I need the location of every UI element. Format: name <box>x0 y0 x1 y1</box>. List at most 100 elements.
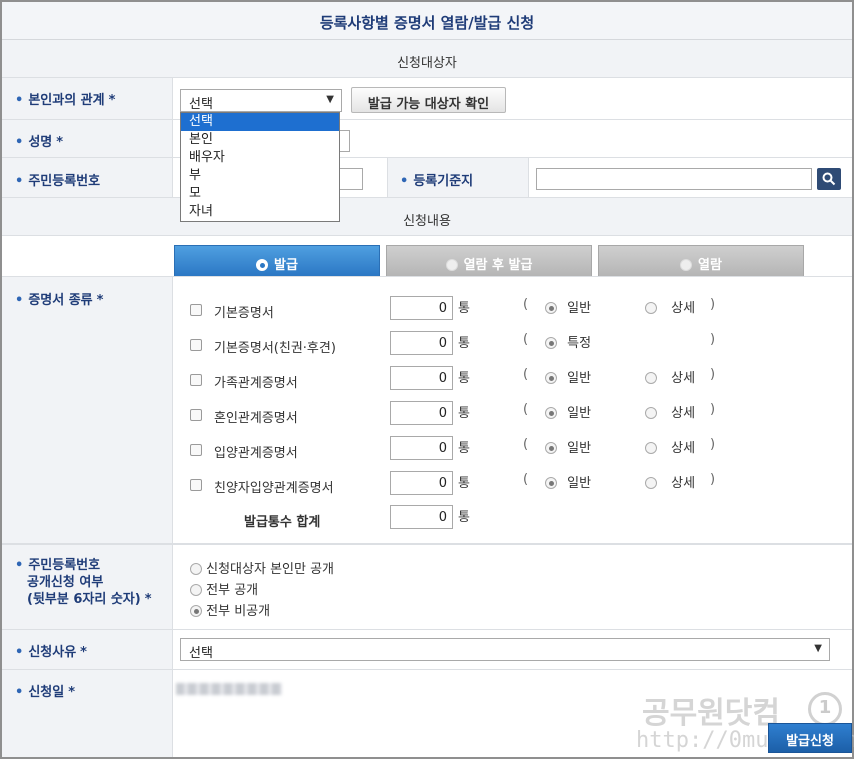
relation-option[interactable]: 배우자 <box>181 149 339 167</box>
radio-icon <box>190 563 202 575</box>
close-paren: ) <box>710 402 716 417</box>
close-paren: ) <box>710 297 716 312</box>
cert-unit: 통 <box>458 441 470 456</box>
relation-label: • 본인과의 관계 * <box>2 78 173 119</box>
cert-name: 혼인관계증명서 <box>214 411 298 426</box>
reason-select[interactable]: 선택 ▼ <box>180 638 830 661</box>
name-row: • 성명 * <box>2 120 852 158</box>
close-paren: ) <box>710 367 716 382</box>
section-applicant-label: 신청대상자 <box>397 56 457 71</box>
cert-option-1[interactable]: 특정 <box>545 332 591 351</box>
date-label: • 신청일 * <box>2 670 173 757</box>
total-label: 발급통수 합계 <box>244 515 321 530</box>
cert-unit: 통 <box>458 336 470 351</box>
relation-option[interactable]: 모 <box>181 185 339 203</box>
cert-count-input[interactable]: 0 <box>390 296 453 320</box>
cert-option-1[interactable]: 일반 <box>545 297 591 316</box>
cert-count-input[interactable]: 0 <box>390 366 453 390</box>
radio-icon <box>545 442 557 454</box>
cert-unit: 통 <box>458 301 470 316</box>
relation-option[interactable]: 선택 <box>181 113 339 131</box>
cert-option-2[interactable]: 상세 <box>645 367 695 386</box>
cert-option-2[interactable]: 상세 <box>645 402 695 421</box>
radio-icon <box>445 259 458 271</box>
open-paren: ( <box>523 437 529 452</box>
relation-option[interactable]: 자녀 <box>181 203 339 221</box>
cert-checkbox[interactable] <box>190 444 202 456</box>
radio-icon <box>545 477 557 489</box>
relation-select[interactable]: 선택 ▼ <box>180 89 342 112</box>
radio-icon <box>545 372 557 384</box>
tab-view[interactable]: 열람 <box>598 245 804 277</box>
radio-icon <box>645 442 657 454</box>
cert-option-1[interactable]: 일반 <box>545 402 591 421</box>
disclosure-row: • 주민등록번호 공개신청 여부 (뒷부분 6자리 숫자) * <box>2 544 852 630</box>
cert-count-input[interactable]: 0 <box>390 436 453 460</box>
relation-option[interactable]: 부 <box>181 167 339 185</box>
total-unit: 통 <box>458 510 470 525</box>
cert-count-input[interactable]: 0 <box>390 401 453 425</box>
bullet-icon: • <box>15 645 24 660</box>
radio-icon <box>645 372 657 384</box>
close-paren: ) <box>710 472 716 487</box>
cert-name: 친양자입양관계증명서 <box>214 481 334 496</box>
close-paren: ) <box>710 437 716 452</box>
radio-icon <box>645 302 657 314</box>
cert-unit: 통 <box>458 476 470 491</box>
open-paren: ( <box>523 472 529 487</box>
tab-issue[interactable]: 발급 <box>174 245 380 277</box>
cert-checkbox[interactable] <box>190 479 202 491</box>
search-icon <box>822 172 836 186</box>
bullet-icon: • <box>15 174 24 189</box>
bullet-icon: • <box>15 558 24 573</box>
total-count: 0 <box>390 505 453 529</box>
resident-no-label: • 주민등록번호 <box>2 158 173 197</box>
cert-checkbox[interactable] <box>190 339 202 351</box>
bullet-icon: • <box>15 135 24 150</box>
open-paren: ( <box>523 402 529 417</box>
disclosure-option-none[interactable]: 전부 비공개 <box>190 600 270 619</box>
watermark-logo-icon: 1 <box>808 692 842 726</box>
title-bar: 등록사항별 증명서 열람/발급 신청 <box>2 2 852 40</box>
bullet-icon: • <box>15 293 24 308</box>
disclosure-option-all[interactable]: 전부 공개 <box>190 579 258 598</box>
cert-name: 기본증명서 <box>214 306 274 321</box>
check-eligible-button[interactable]: 발급 가능 대상자 확인 <box>351 87 506 113</box>
cert-option-1[interactable]: 일반 <box>545 367 591 386</box>
reason-label: • 신청사유 * <box>2 630 173 669</box>
cert-name: 기본증명서(친권·후견) <box>214 341 336 356</box>
disclosure-label: • 주민등록번호 공개신청 여부 (뒷부분 6자리 숫자) * <box>2 545 173 629</box>
cert-checkbox[interactable] <box>190 304 202 316</box>
reg-base-input[interactable] <box>536 168 812 190</box>
page-title: 등록사항별 증명서 열람/발급 신청 <box>319 14 535 32</box>
cert-unit: 통 <box>458 371 470 386</box>
blurred-date <box>176 683 282 695</box>
watermark-text: 공무원닷컴 <box>642 696 780 731</box>
relation-option[interactable]: 본인 <box>181 131 339 149</box>
radio-icon <box>545 337 557 349</box>
submit-button[interactable]: 발급신청 <box>768 723 852 753</box>
resident-row: • 주민등록번호 • 등록기준지 <box>2 158 852 198</box>
open-paren: ( <box>523 297 529 312</box>
cert-option-1[interactable]: 일반 <box>545 437 591 456</box>
section-content-label: 신청내용 <box>403 214 451 229</box>
radio-icon <box>190 584 202 596</box>
cert-count-input[interactable]: 0 <box>390 471 453 495</box>
search-button[interactable] <box>817 168 841 190</box>
tab-view-then-issue[interactable]: 열람 후 발급 <box>386 245 592 277</box>
cert-option-2[interactable]: 상세 <box>645 437 695 456</box>
reason-row: • 신청사유 * 선택 ▼ <box>2 630 852 670</box>
cert-option-1[interactable]: 일반 <box>545 472 591 491</box>
dropdown-arrow-icon: ▼ <box>326 94 334 105</box>
cert-option-2[interactable]: 상세 <box>645 472 695 491</box>
cert-checkbox[interactable] <box>190 409 202 421</box>
radio-icon <box>680 259 693 271</box>
cert-checkbox[interactable] <box>190 374 202 386</box>
cert-name: 입양관계증명서 <box>214 446 298 461</box>
radio-icon <box>645 407 657 419</box>
cert-option-2[interactable]: 상세 <box>645 297 695 316</box>
cert-count-input[interactable]: 0 <box>390 331 453 355</box>
cert-name: 가족관계증명서 <box>214 376 298 391</box>
disclosure-option-self[interactable]: 신청대상자 본인만 공개 <box>190 558 334 577</box>
relation-dropdown-list: 선택 본인 배우자 부 모 자녀 <box>180 112 340 222</box>
